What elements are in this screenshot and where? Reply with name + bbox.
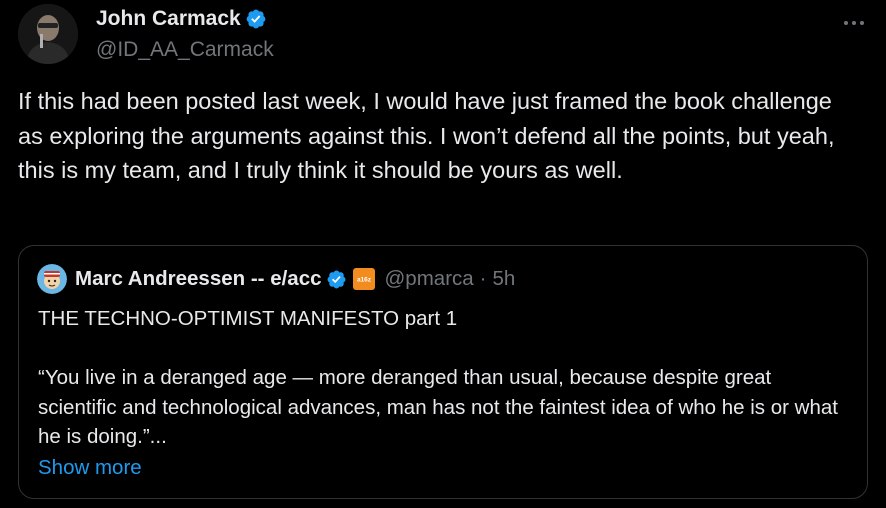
quoted-author-handle[interactable]: @pmarca: [385, 267, 474, 291]
author-handle[interactable]: @ID_AA_Carmack: [96, 36, 274, 64]
more-options-button[interactable]: [840, 8, 868, 36]
quoted-tweet-text: “You live in a deranged age — more deran…: [38, 366, 838, 448]
quoted-tweet-time[interactable]: 5h: [493, 267, 516, 291]
author-names: John Carmack @ID_AA_Carmack: [96, 4, 274, 64]
author-avatar[interactable]: [18, 4, 78, 64]
tweet-header: John Carmack @ID_AA_Carmack: [18, 2, 870, 66]
quoted-tweet-title: THE TECHNO-OPTIMIST MANIFESTO part 1: [38, 307, 458, 330]
tweet-text: If this had been posted last week, I wou…: [18, 88, 835, 183]
affiliation-badge-icon[interactable]: a16z: [352, 268, 375, 290]
verified-badge-icon: [326, 269, 347, 290]
verified-badge-icon: [245, 8, 267, 30]
tweet-page: John Carmack @ID_AA_Carmack If this had …: [0, 0, 886, 508]
quoted-tweet-card[interactable]: Marc Andreessen -- e/acc a16z @pmarca · …: [18, 245, 868, 499]
quoted-author-avatar[interactable]: [37, 264, 67, 294]
quoted-tweet-header: Marc Andreessen -- e/acc a16z @pmarca · …: [37, 264, 515, 294]
show-more-link[interactable]: Show more: [38, 453, 142, 482]
svg-text:a16z: a16z: [356, 277, 371, 284]
separator-dot: ·: [479, 267, 487, 290]
quoted-tweet-body: THE TECHNO-OPTIMIST MANIFESTO part 1 “Yo…: [38, 304, 838, 452]
quoted-author-display-name[interactable]: Marc Andreessen -- e/acc: [75, 267, 322, 291]
author-display-name[interactable]: John Carmack: [96, 4, 241, 34]
more-horizontal-icon: [843, 13, 865, 31]
